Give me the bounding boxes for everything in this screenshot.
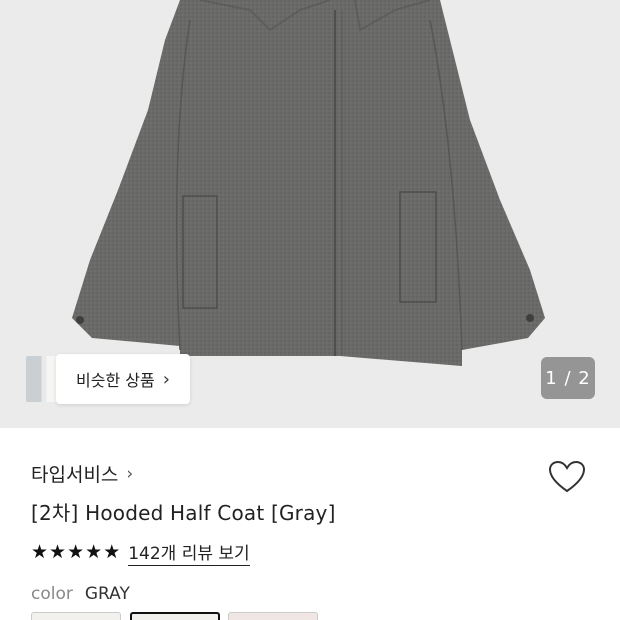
rating-row: ★ ★ ★ ★ ★ 142개 리뷰 보기 xyxy=(31,539,250,566)
color-row: color GRAY xyxy=(31,584,130,604)
color-swatch[interactable] xyxy=(31,612,121,620)
color-label: color xyxy=(31,584,73,604)
chevron-right-icon: › xyxy=(162,368,170,390)
color-swatch-selected[interactable] xyxy=(130,612,220,620)
rating-stars: ★ ★ ★ ★ ★ xyxy=(31,543,120,562)
pager-text: 1 / 2 xyxy=(545,367,591,389)
chevron-right-icon: › xyxy=(126,463,134,484)
star-icon: ★ xyxy=(67,541,85,563)
star-icon: ★ xyxy=(85,541,103,563)
similar-products-button[interactable]: 비슷한 상품 › xyxy=(56,354,190,404)
star-icon: ★ xyxy=(103,541,121,563)
color-swatch[interactable] xyxy=(228,612,318,620)
brand-name: 타입서비스 xyxy=(31,464,119,486)
star-icon: ★ xyxy=(31,541,49,563)
image-pager: 1 / 2 xyxy=(541,357,595,399)
heart-icon[interactable] xyxy=(548,460,586,494)
product-image-carousel[interactable]: 비슷한 상품 › 1 / 2 xyxy=(0,0,620,428)
color-value: GRAY xyxy=(84,584,130,604)
review-link[interactable]: 142개 리뷰 보기 xyxy=(128,539,250,566)
star-icon: ★ xyxy=(49,541,67,563)
product-title: [2차] Hooded Half Coat [Gray] xyxy=(31,501,336,525)
brand-link[interactable]: 타입서비스 › xyxy=(31,460,133,487)
similar-products-label: 비슷한 상품 xyxy=(76,371,155,390)
similar-product-thumbnail[interactable] xyxy=(26,356,60,402)
